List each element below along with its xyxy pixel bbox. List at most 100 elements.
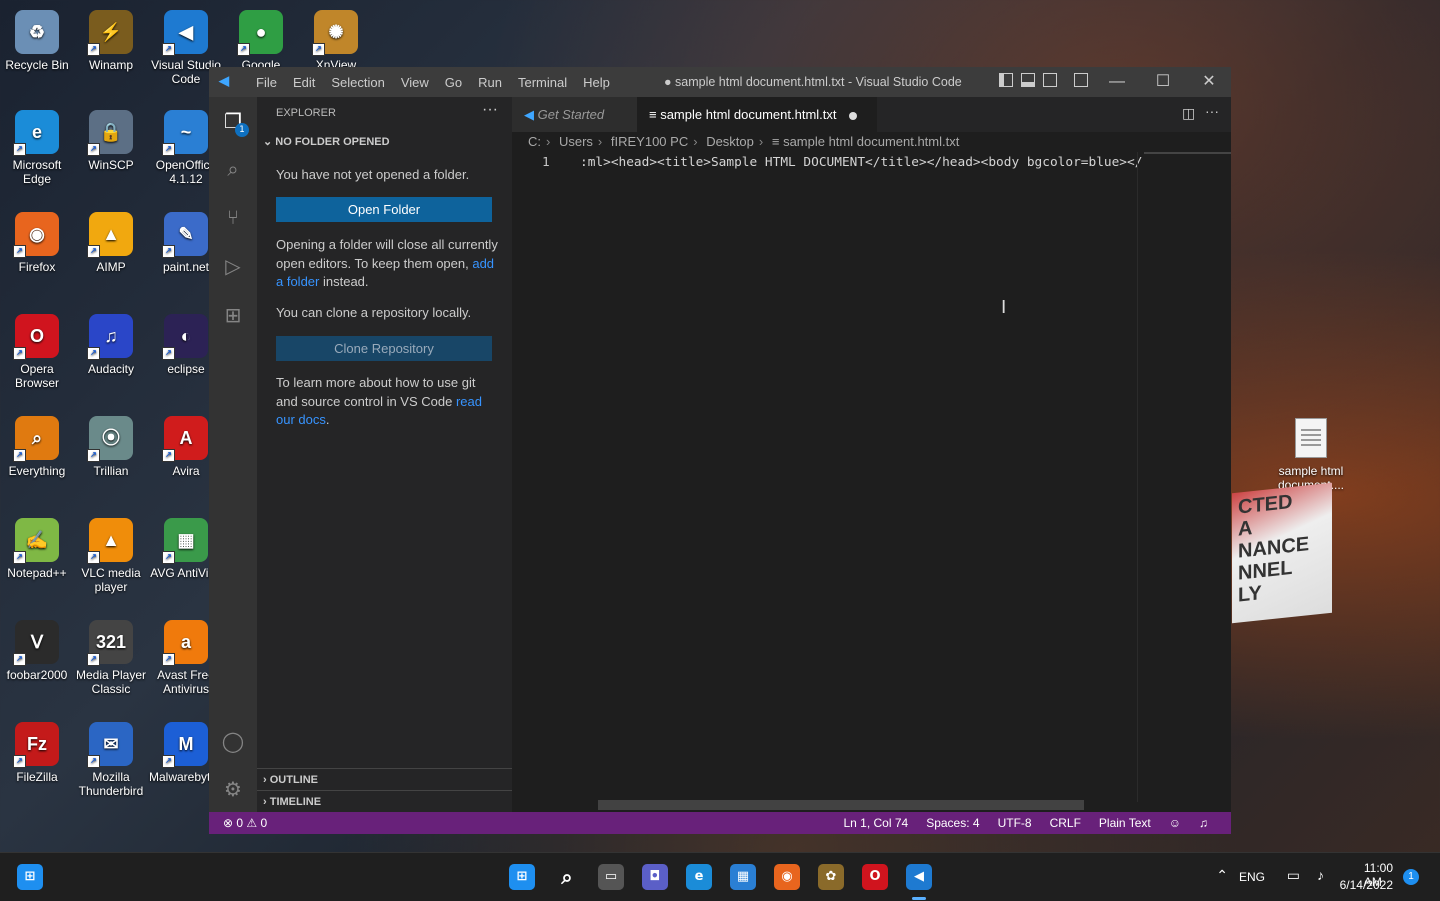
desktop-icon-label: Winamp (88, 58, 133, 72)
timeline-section[interactable]: › TIMELINE (257, 790, 512, 812)
menu-go[interactable]: Go (437, 75, 470, 90)
desktop-icon-media-player-classic[interactable]: 321 ↗ Media Player Classic (74, 620, 148, 696)
toggle-panel-icon[interactable] (1021, 73, 1035, 87)
no-folder-section[interactable]: ⌄ NO FOLDER OPENED (263, 135, 390, 148)
windows-start-icon[interactable]: ⊞ (17, 864, 43, 890)
desktop-icon-winscp[interactable]: 🔒 ↗ WinSCP (74, 110, 148, 172)
teams-chat-icon[interactable]: ◘ (642, 864, 668, 890)
encoding[interactable]: UTF-8 (989, 812, 1041, 834)
cursor-position[interactable]: Ln 1, Col 74 (834, 812, 917, 834)
desktop-icon-firefox[interactable]: ◉ ↗ Firefox (0, 212, 74, 274)
shortcut-arrow-icon: ↗ (162, 43, 175, 56)
breadcrumb-item[interactable]: C: (528, 134, 541, 149)
app-icon[interactable]: ✿ (818, 864, 844, 890)
code-text[interactable]: :ml><head><title>Sample HTML DOCUMENT</t… (580, 153, 1142, 172)
breadcrumb-item[interactable]: sample html document.html.txt (783, 134, 959, 149)
notification-badge[interactable]: 1 (1403, 869, 1419, 885)
menu-run[interactable]: Run (470, 75, 510, 90)
clock-date[interactable]: 6/14/2022 (1340, 878, 1393, 892)
minimize-button[interactable]: — (1094, 67, 1140, 97)
breadcrumb-item[interactable]: Users (559, 134, 593, 149)
network-icon[interactable]: ▭ (1287, 867, 1300, 884)
windows-start-icon[interactable]: ⊞ (509, 864, 535, 890)
menu-terminal[interactable]: Terminal (510, 75, 575, 90)
editor-area[interactable]: ◀ Get Started ≡ sample html document.htm… (512, 97, 1231, 812)
window-title: ● sample html document.html.txt - Visual… (664, 75, 962, 89)
minimap-line (1144, 152, 1231, 154)
horizontal-scrollbar[interactable] (598, 800, 1084, 810)
gear-icon[interactable]: ⚙ (221, 777, 245, 801)
menu-selection[interactable]: Selection (323, 75, 392, 90)
extensions-icon[interactable]: ⊞ (221, 303, 245, 327)
tab-get-started[interactable]: ◀ Get Started (512, 97, 637, 132)
minimap[interactable] (1137, 152, 1232, 802)
menu-edit[interactable]: Edit (285, 75, 323, 90)
accounts-icon[interactable]: ◯ (221, 729, 245, 753)
unsaved-dot-icon[interactable] (848, 111, 857, 120)
desktop-icon-foobar2000[interactable]: ᐯ ↗ foobar2000 (0, 620, 74, 682)
clone-repository-button[interactable]: Clone Repository (276, 336, 492, 361)
desktop-icon-label: Trillian (93, 464, 129, 478)
firefox-icon[interactable]: ◉ (774, 864, 800, 890)
run-debug-icon[interactable]: ▷ (221, 254, 245, 278)
shortcut-arrow-icon: ↗ (162, 347, 175, 360)
maximize-button[interactable]: ☐ (1140, 67, 1186, 97)
desktop-icon-opera-browser[interactable]: O ↗ Opera Browser (0, 314, 74, 390)
customize-layout-icon[interactable] (1074, 73, 1088, 87)
menu-file[interactable]: File (248, 75, 285, 90)
app-icon: ♫ ↗ (87, 314, 133, 360)
desktop-icon-trillian[interactable]: ⦿ ↗ Trillian (74, 416, 148, 478)
desktop-icon-filezilla[interactable]: Fz ↗ FileZilla (0, 722, 74, 784)
open-folder-button[interactable]: Open Folder (276, 197, 492, 222)
desktop-icon-audacity[interactable]: ♫ ↗ Audacity (74, 314, 148, 376)
line-number: 1 (542, 155, 550, 170)
app-icon: ▲ ↗ (87, 518, 133, 564)
menu-view[interactable]: View (393, 75, 437, 90)
breadcrumb-item[interactable]: Desktop (706, 134, 754, 149)
bell-icon[interactable]: ♫ (1190, 812, 1217, 834)
desktop-icon-vlc-media-player[interactable]: ▲ ↗ VLC media player (74, 518, 148, 594)
app-icon: Fz ↗ (13, 722, 59, 768)
desktop-icon-google[interactable]: ● ↗ Google (224, 10, 298, 72)
desktop-icon-mozilla-thunderbird[interactable]: ✉ ↗ Mozilla Thunderbird (74, 722, 148, 798)
desktop-icon-winamp[interactable]: ⚡ ↗ Winamp (74, 10, 148, 72)
edge-icon[interactable]: e (686, 864, 712, 890)
desktop-icon-everything[interactable]: ⌕ ↗ Everything (0, 416, 74, 478)
chevron-up-icon[interactable]: ⌃ (1216, 867, 1228, 884)
breadcrumb-item[interactable]: fIREY100 PC (611, 134, 688, 149)
desktop-icon-aimp[interactable]: ▲ ↗ AIMP (74, 212, 148, 274)
store-icon[interactable]: ▦ (730, 864, 756, 890)
opera-icon[interactable]: O (862, 864, 888, 890)
language-mode[interactable]: Plain Text (1090, 812, 1160, 834)
shortcut-arrow-icon: ↗ (87, 245, 100, 258)
vscode-icon[interactable]: ◀ (906, 864, 932, 890)
desktop-icon-notepad-[interactable]: ✍ ↗ Notepad++ (0, 518, 74, 580)
toggle-secondary-sidebar-icon[interactable] (1043, 73, 1057, 87)
language-indicator[interactable]: ENG (1239, 870, 1265, 884)
indentation[interactable]: Spaces: 4 (917, 812, 988, 834)
app-icon: ♻ (15, 10, 59, 54)
outline-section[interactable]: › OUTLINE (257, 768, 512, 790)
tab-sample-html[interactable]: ≡ sample html document.html.txt (637, 97, 877, 132)
desktop-icon-recycle-bin[interactable]: ♻ Recycle Bin (0, 10, 74, 72)
split-editor-icon[interactable]: ◫ (1182, 105, 1195, 122)
volume-icon[interactable]: ♪ (1317, 867, 1324, 883)
source-control-icon[interactable]: ⑂ (221, 205, 245, 229)
more-actions-icon[interactable]: ··· (482, 101, 498, 119)
line-endings[interactable]: CRLF (1041, 812, 1090, 834)
search-icon[interactable]: ⌕ (554, 864, 580, 890)
search-icon[interactable]: ⌕ (221, 157, 245, 181)
toggle-primary-sidebar-icon[interactable] (999, 73, 1013, 87)
code-line[interactable]: 1 :ml><head><title>Sample HTML DOCUMENT<… (512, 153, 1231, 172)
desktop-icon-microsoft-edge[interactable]: e ↗ Microsoft Edge (0, 110, 74, 186)
feedback-icon[interactable]: ☺ (1160, 812, 1190, 834)
menu-help[interactable]: Help (575, 75, 618, 90)
desktop-icon-label: Opera Browser (14, 362, 59, 390)
vscode-logo-icon: ◀ (219, 73, 229, 88)
desktop-icon-xnview[interactable]: ✺ ↗ XnView (299, 10, 373, 72)
task-view-icon[interactable]: ▭ (598, 864, 624, 890)
desktop-file-sample-html[interactable]: sample html document.... (1274, 418, 1348, 492)
problems-indicator[interactable]: ⊗ 0 ⚠ 0 (223, 812, 267, 834)
close-button[interactable]: ✕ (1186, 67, 1232, 97)
more-actions-icon[interactable]: ··· (1205, 103, 1219, 119)
